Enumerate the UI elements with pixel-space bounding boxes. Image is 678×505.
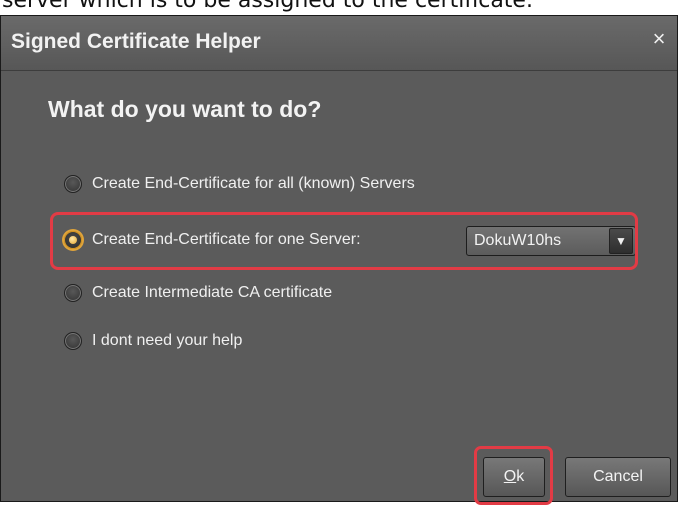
close-icon[interactable]: × <box>647 27 671 51</box>
ok-label-rest: k <box>516 468 525 485</box>
cancel-button[interactable]: Cancel <box>565 457 671 497</box>
radio-no-help[interactable] <box>64 332 82 350</box>
option-no-help[interactable]: I dont need your help <box>64 329 242 353</box>
radio-all-servers[interactable] <box>64 175 82 193</box>
one-server-highlight-annotation <box>50 212 638 270</box>
dialog-content: What do you want to do? Create End-Certi… <box>1 71 677 505</box>
dialog-heading: What do you want to do? <box>48 96 322 122</box>
option-intermediate-ca[interactable]: Create Intermediate CA certificate <box>64 281 332 305</box>
ok-mnemonic: O <box>503 468 517 485</box>
signed-certificate-helper-dialog: Signed Certificate Helper × What do you … <box>0 15 678 505</box>
option-label: Create Intermediate CA certificate <box>92 284 333 301</box>
option-label: Create End-Certificate for all (known) S… <box>92 175 415 192</box>
dialog-title: Signed Certificate Helper <box>11 30 261 53</box>
option-all-servers[interactable]: Create End-Certificate for all (known) S… <box>64 172 415 196</box>
dialog-titlebar: Signed Certificate Helper × <box>1 16 677 71</box>
option-label: I dont need your help <box>92 332 243 349</box>
radio-intermediate-ca[interactable] <box>64 284 82 302</box>
ok-button[interactable]: Ok <box>483 457 545 497</box>
